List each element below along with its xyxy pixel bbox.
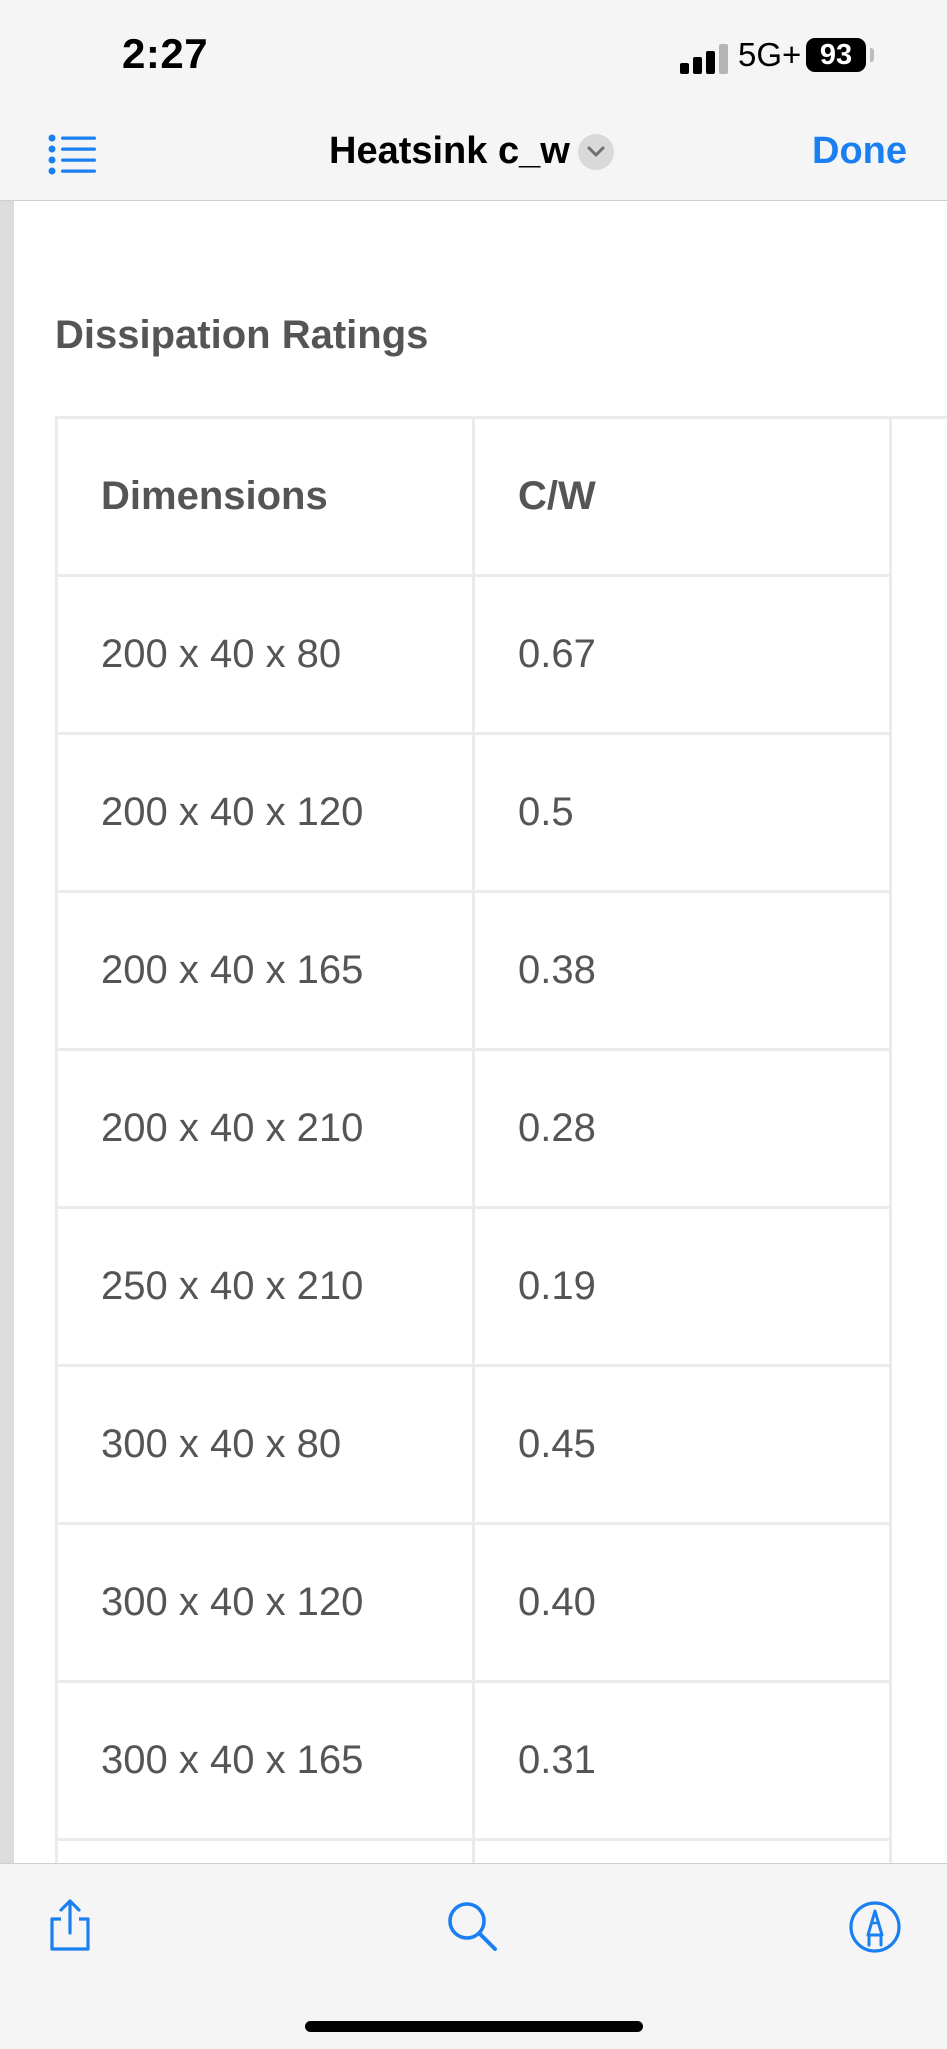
table-row: 250 x 40 x 210 0.19 xyxy=(58,1209,947,1367)
cw-cell: 0.38 xyxy=(475,893,892,1051)
search-icon[interactable] xyxy=(445,1899,501,1955)
markup-pen-icon[interactable] xyxy=(847,1899,903,1955)
dimensions-cell: 200 x 40 x 80 xyxy=(58,577,475,735)
battery-tip xyxy=(870,48,874,62)
table-row xyxy=(58,1841,947,1863)
cw-cell: 0.40 xyxy=(475,1525,892,1683)
dimensions-cell: 250 x 40 x 210 xyxy=(58,1209,475,1367)
table-row: 300 x 40 x 80 0.45 xyxy=(58,1367,947,1525)
dimensions-cell: 300 x 40 x 120 xyxy=(58,1525,475,1683)
bottom-toolbar xyxy=(0,1863,947,2049)
cw-cell: 0.5 xyxy=(475,735,892,893)
done-button[interactable]: Done xyxy=(812,130,907,173)
dimensions-cell: 200 x 40 x 120 xyxy=(58,735,475,893)
cw-cell: 0.45 xyxy=(475,1367,892,1525)
dimensions-cell: 200 x 40 x 165 xyxy=(58,893,475,1051)
chevron-down-icon[interactable] xyxy=(578,134,614,170)
dimensions-cell xyxy=(58,1841,475,1863)
document-page: Dissipation Ratings Dimensions C/W 200 x… xyxy=(14,201,947,1863)
cw-cell: 0.67 xyxy=(475,577,892,735)
cw-cell xyxy=(475,1841,892,1863)
status-time: 2:27 xyxy=(122,30,209,77)
cw-cell: 0.19 xyxy=(475,1209,892,1367)
dissipation-table: Dimensions C/W 200 x 40 x 80 0.67 200 x … xyxy=(55,416,947,1863)
document-title[interactable]: Heatsink c_w xyxy=(329,130,570,173)
column-header-dimensions: Dimensions xyxy=(58,419,475,577)
section-heading: Dissipation Ratings xyxy=(55,313,429,357)
home-indicator[interactable] xyxy=(305,2021,643,2032)
dimensions-cell: 300 x 40 x 165 xyxy=(58,1683,475,1841)
network-type: 5G+ xyxy=(738,36,802,73)
battery-icon: 93 xyxy=(806,38,866,72)
cw-cell: 0.28 xyxy=(475,1051,892,1209)
status-bar: 2:27 5G+ 93 xyxy=(0,0,947,110)
nav-bar: Heatsink c_w Done xyxy=(0,110,947,201)
table-row: 300 x 40 x 165 0.31 xyxy=(58,1683,947,1841)
list-icon[interactable] xyxy=(48,132,98,176)
dimensions-cell: 200 x 40 x 210 xyxy=(58,1051,475,1209)
column-header-cw: C/W xyxy=(475,419,892,577)
cw-cell: 0.31 xyxy=(475,1683,892,1841)
signal-icon xyxy=(680,44,732,74)
table-header-row: Dimensions C/W xyxy=(58,419,947,577)
table-row: 200 x 40 x 165 0.38 xyxy=(58,893,947,1051)
table-row: 200 x 40 x 210 0.28 xyxy=(58,1051,947,1209)
document-viewer[interactable]: Dissipation Ratings Dimensions C/W 200 x… xyxy=(0,201,947,1863)
table-row: 300 x 40 x 120 0.40 xyxy=(58,1525,947,1683)
table-row: 200 x 40 x 80 0.67 xyxy=(58,577,947,735)
dimensions-cell: 300 x 40 x 80 xyxy=(58,1367,475,1525)
table-row: 200 x 40 x 120 0.5 xyxy=(58,735,947,893)
share-icon[interactable] xyxy=(42,1897,98,1953)
